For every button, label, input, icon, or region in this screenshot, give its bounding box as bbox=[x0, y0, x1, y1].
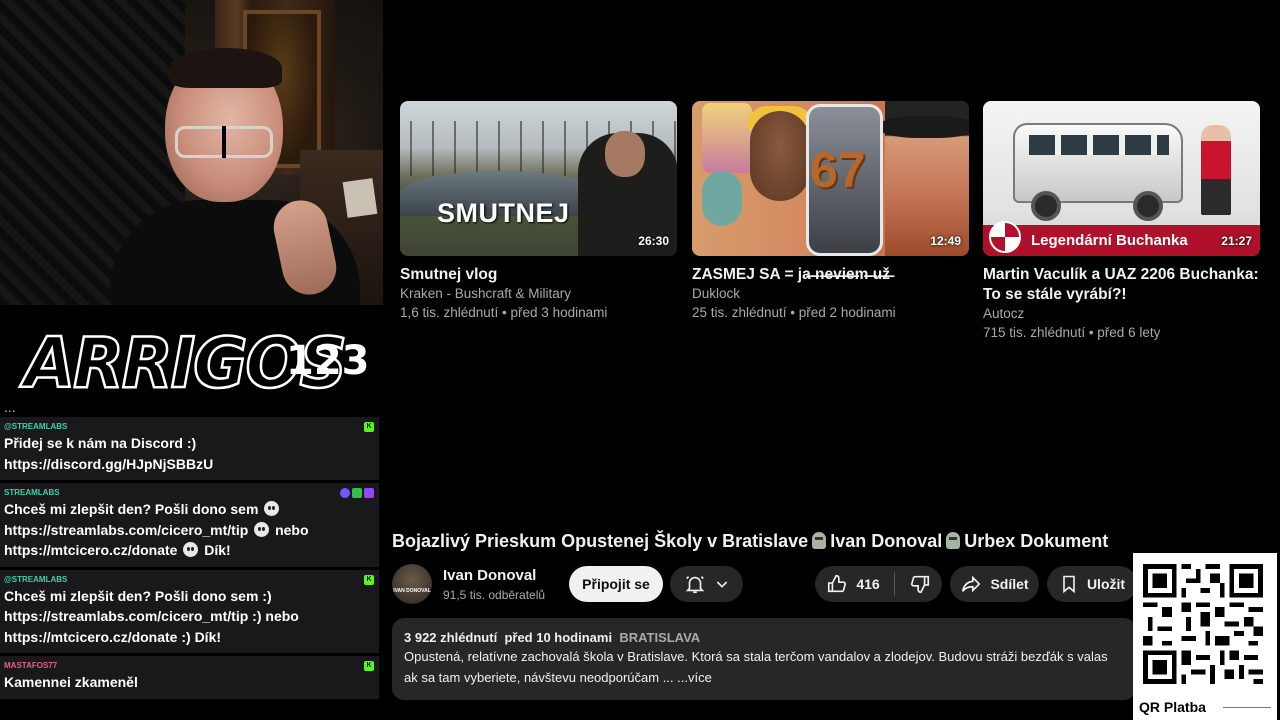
description-line: ak sa tam vyberiete, návštevu neodporúča… bbox=[404, 670, 674, 685]
chat-line: Dík! bbox=[204, 542, 231, 558]
show-more-link[interactable]: ...více bbox=[677, 670, 712, 685]
upload-age: před 10 hodinami bbox=[504, 630, 613, 645]
chat-line: https://streamlabs.com/cicero_mt/tip :) … bbox=[4, 608, 299, 624]
chat-line: Přidej se k nám na Discord :) bbox=[4, 435, 197, 451]
chat-line: nebo bbox=[275, 521, 309, 538]
chat-username: @STREAMLABS bbox=[4, 574, 68, 584]
video-duration: 26:30 bbox=[638, 234, 669, 248]
chat-message: STREAMLABS Chceš mi zlepšit den? Pošli d… bbox=[0, 483, 379, 567]
channel-avatar[interactable]: IVAN DONOVAL bbox=[392, 564, 432, 604]
logo-number: 123 bbox=[286, 338, 370, 384]
video-thumbnail[interactable]: 67 12:49 bbox=[692, 101, 969, 256]
divider bbox=[893, 572, 895, 596]
video-meta: 715 tis. zhlédnutí • před 6 lety bbox=[983, 324, 1161, 340]
video-main-title: Bojazlivý Prieskum Opustenej Školy v Bra… bbox=[392, 531, 1109, 551]
video-thumbnail[interactable]: SMUTNEJ 26:30 bbox=[400, 101, 677, 256]
skull-emoji-icon bbox=[812, 532, 827, 549]
thumbnail-text: SMUTNEJ bbox=[437, 198, 570, 228]
kick-badge-icon: K bbox=[364, 422, 374, 432]
chat-line: https://streamlabs.com/cicero_mt/tip bbox=[4, 521, 249, 538]
thumbnail-text: 67 bbox=[810, 142, 866, 198]
video-duration: 21:27 bbox=[1221, 234, 1252, 248]
view-count: 3 922 zhlédnutí bbox=[404, 630, 498, 645]
like-count: 416 bbox=[856, 576, 880, 592]
twitch-badge-icon bbox=[364, 488, 374, 498]
channel-name[interactable]: Ivan Donoval bbox=[443, 567, 536, 584]
webcam-feed bbox=[0, 0, 383, 305]
video-channel[interactable]: Autocz bbox=[983, 305, 1260, 324]
chat-username: STREAMLABS bbox=[4, 488, 60, 497]
ghost-emote-icon bbox=[264, 501, 280, 516]
skull-emoji-icon bbox=[946, 532, 961, 549]
video-duration: 12:49 bbox=[930, 234, 961, 248]
ghost-emote-icon bbox=[183, 542, 199, 557]
thumbs-up-icon[interactable] bbox=[826, 573, 848, 595]
share-button[interactable]: Sdílet bbox=[950, 566, 1039, 602]
video-card[interactable]: Legendární Buchanka 21:27 Martin Vaculík… bbox=[983, 101, 1260, 342]
share-icon bbox=[962, 575, 981, 593]
kick-badge-icon: K bbox=[364, 661, 374, 671]
chat-username: MASTAFOS77 bbox=[4, 661, 58, 670]
video-description[interactable]: 3 922 zhlédnutí před 10 hodinami BRATISL… bbox=[392, 618, 1136, 700]
chat-message: @STREAMLABS K Chceš mi zlepšit den? Pošl… bbox=[0, 569, 379, 653]
chevron-down-icon bbox=[716, 581, 727, 588]
subscriber-count: 91,5 tis. odběratelů bbox=[443, 588, 546, 602]
chat-line: Kamennei zkameněl bbox=[4, 674, 138, 690]
chat-line: Chceš mi zlepšit den? Pošli dono sem :) bbox=[4, 587, 272, 604]
kick-badge-icon: K bbox=[364, 574, 374, 585]
like-dislike-group: 416 bbox=[815, 566, 942, 602]
video-card[interactable]: 67 12:49 ZASMEJ SA = ja̶ ̶n̶e̶v̶i̶e̶m̶ ̶… bbox=[692, 101, 969, 322]
thumbs-down-icon[interactable] bbox=[909, 573, 931, 595]
video-meta: 25 tis. zhlédnutí • před 2 hodinami bbox=[692, 304, 896, 320]
chat-message: @STREAMLABS K Přidej se k nám na Discord… bbox=[0, 417, 379, 480]
thumbnail-text: Legendární Buchanka bbox=[1031, 232, 1188, 249]
video-meta: 1,6 tis. zhlédnutí • před 3 hodinami bbox=[400, 304, 608, 320]
chat-line: Chceš mi zlepšit den? Pošli dono sem bbox=[4, 501, 259, 517]
chat-panel: ... @STREAMLABS K Přidej se k nám na Dis… bbox=[0, 407, 379, 720]
video-channel[interactable]: Duklock bbox=[692, 285, 969, 304]
chat-line: https://mtcicero.cz/donate :) Dík! bbox=[4, 628, 222, 645]
qr-code-icon bbox=[1143, 564, 1263, 684]
video-title[interactable]: ZASMEJ SA = ja̶ ̶n̶e̶v̶i̶e̶m̶ ̶u̶ž̶ bbox=[692, 265, 969, 285]
sword-badge-icon bbox=[352, 488, 362, 498]
location-tag[interactable]: BRATISLAVA bbox=[619, 630, 700, 645]
streamer-glasses bbox=[175, 126, 273, 158]
save-button[interactable]: Uložit bbox=[1047, 566, 1137, 602]
divider bbox=[1223, 707, 1271, 708]
video-thumbnail[interactable]: Legendární Buchanka 21:27 bbox=[983, 101, 1260, 256]
description-line: Opustená, relatívne zachovalá škola v Br… bbox=[404, 649, 1108, 664]
video-channel[interactable]: Kraken - Bushcraft & Military bbox=[400, 285, 677, 304]
join-button[interactable]: Připojit se bbox=[569, 566, 663, 602]
bookmark-icon bbox=[1063, 575, 1075, 594]
chat-cutoff-message: ... bbox=[4, 407, 16, 415]
bell-icon bbox=[685, 576, 704, 594]
channel-logo: ARRIGOS 123 bbox=[0, 305, 383, 407]
video-title[interactable]: Smutnej vlog bbox=[400, 265, 677, 285]
qr-payment-box: QR Platba bbox=[1133, 553, 1277, 720]
video-card[interactable]: SMUTNEJ 26:30 Smutnej vlog Kraken - Bush… bbox=[400, 101, 677, 322]
chat-username: @STREAMLABS bbox=[4, 422, 68, 431]
chat-line: https://mtcicero.cz/donate bbox=[4, 542, 178, 558]
ghost-emote-icon bbox=[254, 521, 270, 537]
notification-bell-button[interactable] bbox=[670, 566, 743, 602]
chat-line: https://discord.gg/HJpNjSBBzU bbox=[4, 455, 214, 472]
video-title[interactable]: Martin Vaculík a UAZ 2206 Buchanka: To s… bbox=[983, 265, 1260, 305]
moderator-badge-icon bbox=[340, 488, 350, 498]
streamer-hair bbox=[170, 48, 282, 88]
chat-message: MASTAFOS77 K Kamennei zkameněl bbox=[0, 656, 379, 699]
brand-logo-icon bbox=[989, 221, 1021, 253]
